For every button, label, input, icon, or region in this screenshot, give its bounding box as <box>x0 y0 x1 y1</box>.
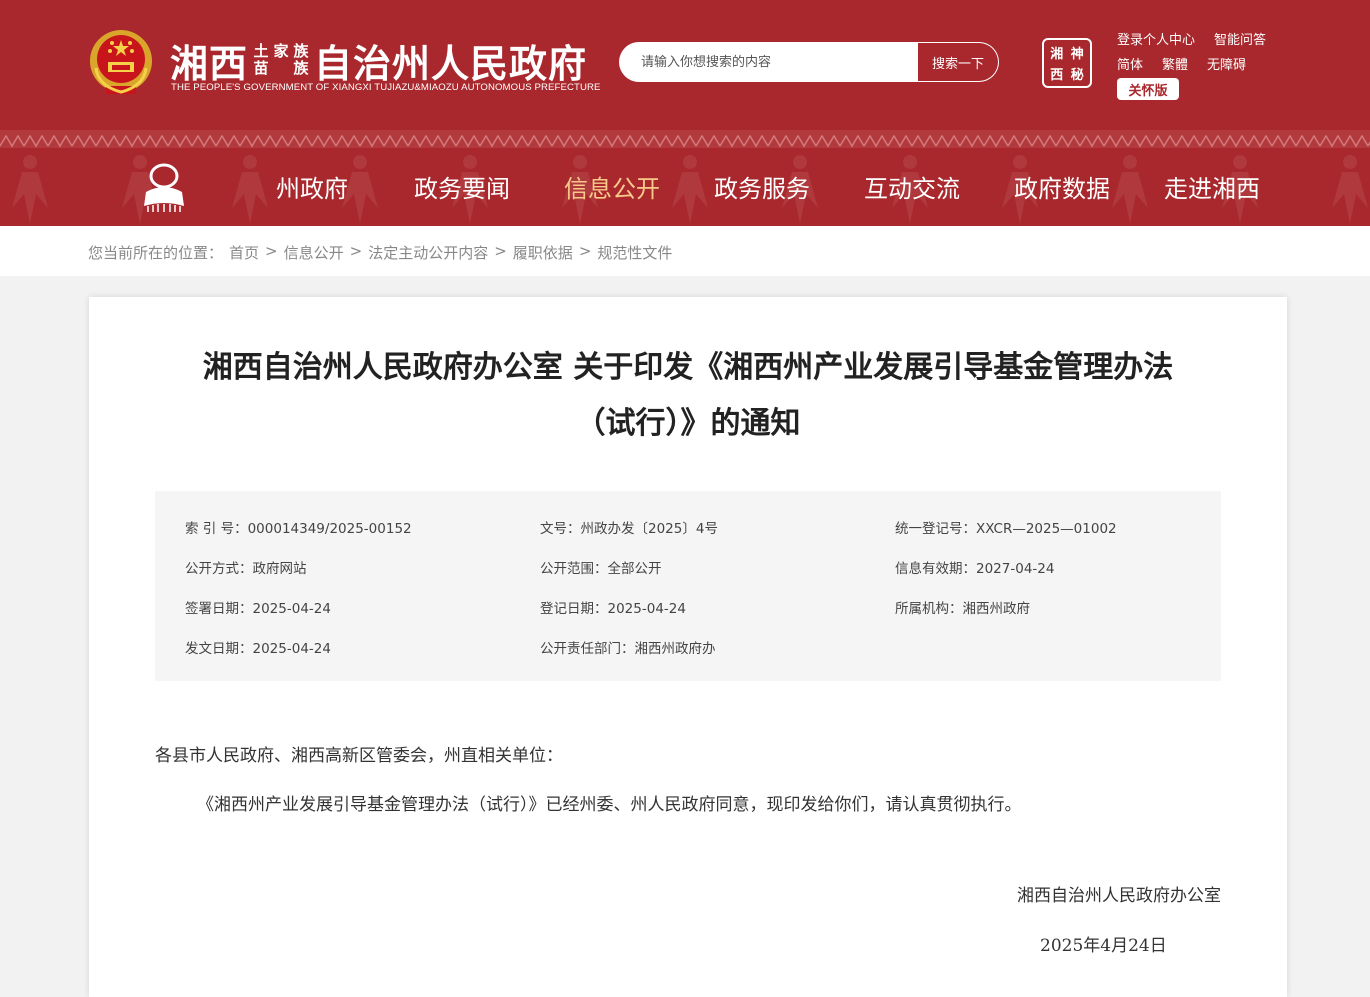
meta-open-scope: 公开范围：全部公开 <box>540 557 662 577</box>
meta-value: 000014349/2025-00152 <box>247 521 412 537</box>
article-title-line1: 湘西自治州人民政府办公室 关于印发《湘西州产业发展引导基金管理办法 <box>202 350 1174 385</box>
seal-char: 湘 <box>1050 47 1064 63</box>
meta-value: 湘西州政府办 <box>634 641 716 657</box>
nav-item-about-xiangxi[interactable]: 走进湘西 <box>1137 160 1287 212</box>
site-title[interactable]: 湘西 土 家 族 苗 族 自治州人民政府 <box>170 38 587 86</box>
seal-char: 神 <box>1070 47 1084 63</box>
meta-open-method: 公开方式：政府网站 <box>185 557 307 577</box>
ethnic-char: 苗 <box>253 59 269 77</box>
breadcrumb-basis[interactable]: 履职依据 <box>513 242 573 263</box>
nav-item-info-disclosure[interactable]: 信息公开 <box>537 160 687 212</box>
breadcrumb-separator: > <box>578 242 592 260</box>
national-emblem-icon <box>90 30 152 94</box>
meta-value: XXCR—2025—01002 <box>976 521 1117 537</box>
meta-label: 信息有效期： <box>895 561 976 577</box>
breadcrumb: 您当前所在的位置： 首页 > 信息公开 > 法定主动公开内容 > 履职依据 > … <box>88 242 672 263</box>
site-title-right: 自治州人民政府 <box>314 41 588 86</box>
smart-qa-link[interactable]: 智能问答 <box>1214 29 1266 48</box>
site-header: 湘西 土 家 族 苗 族 自治州人民政府 THE PEOPLE'S GOVERN… <box>0 0 1370 226</box>
site-subtitle: THE PEOPLE'S GOVERNMENT OF XIANGXI TUJIA… <box>171 82 601 93</box>
meta-value: 2025-04-24 <box>252 641 331 657</box>
meta-sign-date: 签署日期：2025-04-24 <box>185 597 331 617</box>
meta-label: 索 引 号： <box>185 521 248 537</box>
meta-label: 公开方式： <box>185 561 253 577</box>
nav-item-prefecture-gov[interactable]: 州政府 <box>237 160 387 212</box>
meta-value: 全部公开 <box>607 561 662 577</box>
breadcrumb-prefix: 您当前所在的位置： <box>88 244 224 262</box>
care-mode-button[interactable]: 关怀版 <box>1117 78 1179 100</box>
breadcrumb-separator: > <box>494 242 507 260</box>
meta-dept: 公开责任部门：湘西州政府办 <box>540 637 716 657</box>
breadcrumb-separator: > <box>349 242 363 260</box>
breadcrumb-separator: > <box>265 242 278 260</box>
meta-value: 2025-04-24 <box>607 601 686 617</box>
meta-value: 湘西州政府 <box>962 601 1031 617</box>
site-title-left: 湘西 <box>170 41 249 86</box>
meta-value: 州政办发〔2025〕4号 <box>580 521 718 537</box>
nav-item-news[interactable]: 政务要闻 <box>387 160 537 212</box>
xiangxi-seal-logo[interactable]: 湘 神 西 秘 <box>1042 38 1092 88</box>
search-input[interactable] <box>619 42 919 82</box>
top-links: 登录个人中心 智能问答 简体 繁體 无障碍 <box>1117 26 1266 76</box>
search-box: 搜索一下 <box>619 42 999 82</box>
meta-org: 所属机构：湘西州政府 <box>895 597 1030 617</box>
meta-label: 登记日期： <box>540 601 608 617</box>
meta-doc-no: 文号：州政办发〔2025〕4号 <box>540 517 718 537</box>
breadcrumb-home[interactable]: 首页 <box>229 242 259 263</box>
breadcrumb-statutory[interactable]: 法定主动公开内容 <box>368 242 488 263</box>
search-button[interactable]: 搜索一下 <box>918 43 998 81</box>
seal-char: 秘 <box>1070 67 1084 83</box>
login-link[interactable]: 登录个人中心 <box>1117 29 1195 48</box>
article-paragraph: 《湘西州产业发展引导基金管理办法（试行）》已经州委、州人民政府同意，现印发给你们… <box>197 795 1022 815</box>
meta-label: 发文日期： <box>185 641 253 657</box>
site-title-ethnic: 土 家 族 苗 族 <box>252 43 310 77</box>
meta-label: 所属机构： <box>895 601 963 617</box>
ethnic-char: 家 <box>273 42 289 60</box>
traditional-link[interactable]: 繁體 <box>1162 54 1188 73</box>
article-date: 2025年4月24日 <box>1040 936 1167 956</box>
article-title-line2: （试行）》的通知 <box>575 406 801 441</box>
meta-reg-date: 登记日期：2025-04-24 <box>540 597 686 617</box>
meta-label: 公开范围： <box>540 561 608 577</box>
article-signature: 湘西自治州人民政府办公室 <box>1017 886 1221 906</box>
meta-issue-date: 发文日期：2025-04-24 <box>185 637 331 657</box>
meta-valid-until: 信息有效期：2027-04-24 <box>895 557 1054 577</box>
ethnic-char: 土 <box>253 42 269 60</box>
meta-value: 2027-04-24 <box>976 561 1055 577</box>
silver-ornament-icon <box>144 163 184 212</box>
nav-item-gov-services[interactable]: 政务服务 <box>687 160 837 212</box>
nav-item-gov-data[interactable]: 政府数据 <box>987 160 1137 212</box>
main-nav: 州政府 政务要闻 信息公开 政务服务 互动交流 政府数据 走进湘西 <box>237 160 1287 212</box>
document-metadata: 索 引 号：000014349/2025-00152 文号：州政办发〔2025〕… <box>155 491 1221 681</box>
meta-label: 公开责任部门： <box>540 641 635 657</box>
breadcrumb-normative-docs[interactable]: 规范性文件 <box>597 242 672 263</box>
meta-value: 2025-04-24 <box>252 601 331 617</box>
meta-reg-no: 统一登记号：XXCR—2025—01002 <box>895 517 1117 537</box>
meta-label: 签署日期： <box>185 601 253 617</box>
meta-value: 政府网站 <box>252 561 307 577</box>
article-salutation: 各县市人民政府、湘西高新区管委会，州直相关单位： <box>155 746 563 766</box>
meta-label: 统一登记号： <box>895 521 976 537</box>
meta-index-no: 索 引 号：000014349/2025-00152 <box>185 517 412 537</box>
simplified-link[interactable]: 简体 <box>1117 54 1143 73</box>
article-title: 湘西自治州人民政府办公室 关于印发《湘西州产业发展引导基金管理办法 （试行）》的… <box>155 340 1221 452</box>
ethnic-char: 族 <box>293 42 309 60</box>
seal-char: 西 <box>1050 67 1064 83</box>
ethnic-char: 族 <box>293 59 309 77</box>
nav-item-interaction[interactable]: 互动交流 <box>837 160 987 212</box>
meta-label: 文号： <box>540 521 581 537</box>
accessibility-link[interactable]: 无障碍 <box>1207 54 1246 73</box>
breadcrumb-info-disclosure[interactable]: 信息公开 <box>284 242 344 263</box>
